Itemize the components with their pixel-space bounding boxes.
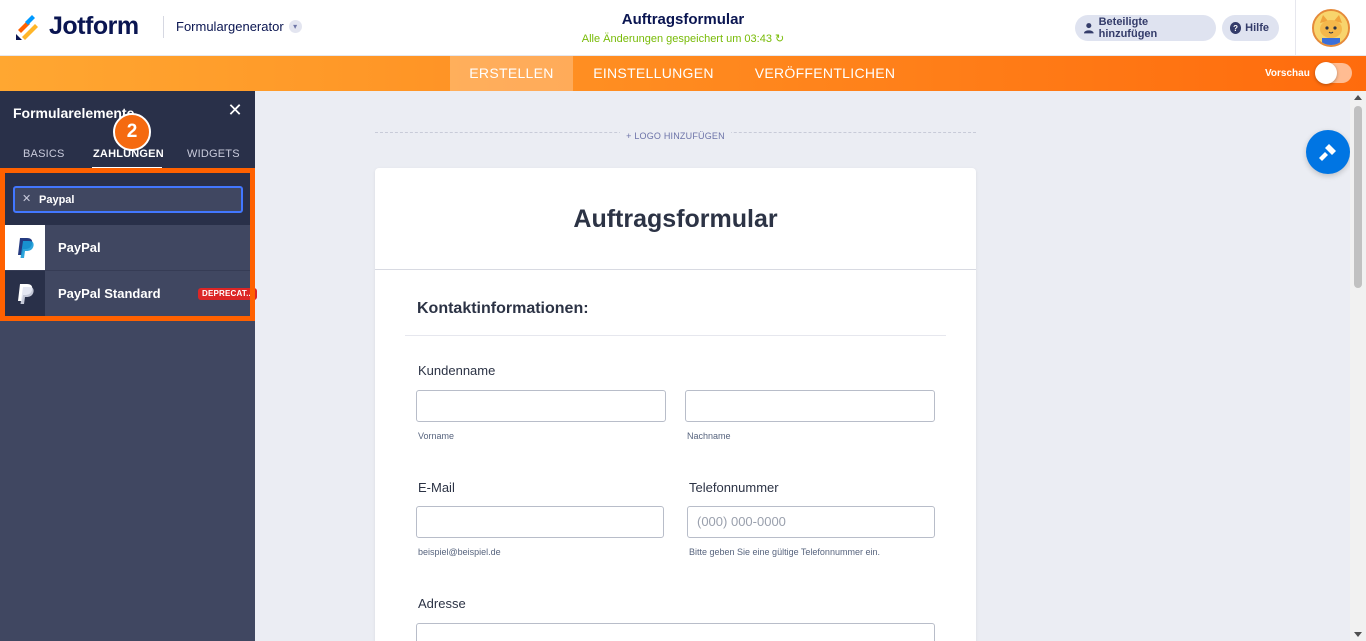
help-icon: ?: [1230, 22, 1242, 34]
preview-toggle-knob[interactable]: [1315, 62, 1337, 84]
phone-sublabel: Bitte geben Sie eine gültige Telefonnumm…: [689, 547, 880, 557]
tab-create[interactable]: ERSTELLEN: [450, 56, 573, 91]
paint-roller-icon: [1319, 144, 1336, 161]
scrollbar-thumb[interactable]: [1354, 106, 1362, 288]
scroll-up-icon[interactable]: [1354, 95, 1362, 100]
section-divider: [405, 335, 946, 336]
form-card: Auftragsformular Kontaktinformationen: K…: [375, 168, 976, 641]
preview-label: Vorschau: [1265, 68, 1310, 79]
customer-name-label: Kundenname: [418, 363, 496, 378]
tab-settings[interactable]: EINSTELLUNGEN: [573, 56, 734, 91]
refresh-icon: ↻: [775, 33, 785, 45]
search-results-highlight: [0, 168, 255, 321]
form-heading[interactable]: Auftragsformular: [375, 205, 976, 234]
avatar-cat-icon: [1314, 11, 1348, 45]
avatar[interactable]: [1312, 9, 1350, 47]
email-input[interactable]: [416, 506, 664, 538]
first-name-input[interactable]: [416, 390, 666, 422]
last-name-sublabel: Nachname: [687, 431, 731, 441]
first-name-sublabel: Vorname: [418, 431, 455, 441]
tab-basics[interactable]: BASICS: [23, 148, 65, 160]
builder-nav: ERSTELLEN EINSTELLUNGEN VERÖFFENTLICHEN …: [0, 56, 1366, 91]
email-label: E-Mail: [418, 480, 455, 495]
user-icon: [1083, 23, 1094, 34]
scroll-down-icon[interactable]: [1354, 632, 1362, 637]
add-participants-button[interactable]: Beteiligte hinzufügen: [1075, 15, 1216, 41]
add-logo-button[interactable]: + LOGO HINZUFÜGEN: [375, 126, 976, 141]
tab-widgets[interactable]: WIDGETS: [187, 148, 240, 160]
section-heading[interactable]: Kontaktinformationen:: [417, 300, 589, 318]
step-badge: 2: [113, 113, 151, 151]
phone-input[interactable]: (000) 000-0000: [687, 506, 935, 538]
panel-title: Formularelemente: [13, 105, 135, 121]
close-icon[interactable]: ✕: [226, 101, 244, 119]
help-button[interactable]: ? Hilfe: [1222, 15, 1279, 41]
add-logo-label: + LOGO HINZUFÜGEN: [620, 131, 731, 141]
address-input[interactable]: [416, 623, 935, 641]
address-label: Adresse: [418, 596, 466, 611]
avatar-divider: [1295, 0, 1296, 56]
email-sublabel: beispiel@beispiel.de: [418, 547, 501, 557]
last-name-input[interactable]: [685, 390, 935, 422]
phone-label: Telefonnummer: [689, 480, 779, 495]
tab-publish[interactable]: VERÖFFENTLICHEN: [734, 56, 916, 91]
heading-divider: [375, 269, 976, 270]
form-designer-button[interactable]: [1306, 130, 1350, 174]
top-header: Jotform Formulargenerator ▾ Auftragsform…: [0, 0, 1366, 56]
